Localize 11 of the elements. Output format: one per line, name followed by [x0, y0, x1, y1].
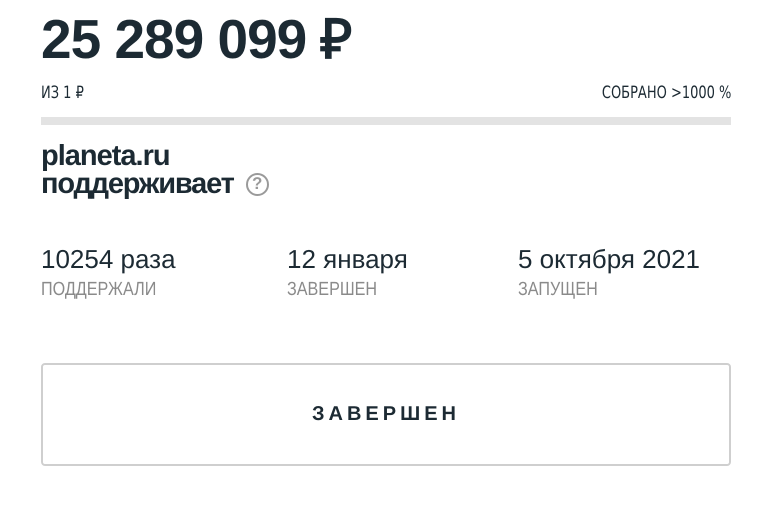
collected-percent: СОБРАНО >1000 % — [601, 83, 731, 103]
stat-value: 10254 раза — [41, 244, 177, 275]
amount-raised: 25 289 099 ₽ — [41, 12, 352, 67]
stat-value: 12 января — [287, 244, 409, 275]
stat-label: ПОДДЕРЖАЛИ — [41, 279, 158, 301]
stat-label: ЗАПУЩЕН — [518, 279, 599, 301]
stat-value: 5 октября 2021 — [518, 244, 701, 275]
brand-logo: planeta.ru — [41, 143, 170, 170]
sponsor-caption: поддерживает — [41, 170, 234, 198]
stat-label: ЗАВЕРШЕН — [287, 279, 378, 301]
goal-amount: ИЗ 1 ₽ — [41, 83, 84, 103]
